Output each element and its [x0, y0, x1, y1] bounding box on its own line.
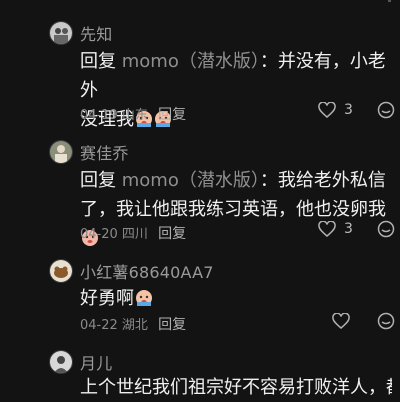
comment-bubble-icon	[377, 312, 395, 330]
like-button[interactable]	[332, 313, 350, 329]
reply-target-user[interactable]: momo（潜水版）	[122, 170, 260, 191]
comment-text-line1: 好勇啊	[80, 288, 134, 309]
like-button[interactable]: 3	[318, 102, 353, 118]
reply-button[interactable]: 回复	[158, 226, 186, 242]
reply-prefix: 回复	[80, 170, 116, 191]
comment-text: 好勇啊	[80, 284, 392, 313]
comment-location: 湖北	[121, 318, 148, 333]
username[interactable]: 先知	[80, 21, 112, 45]
comment-bubble-icon	[377, 220, 395, 238]
comment-location: 山东	[121, 108, 148, 123]
comment-button[interactable]	[377, 220, 395, 238]
avatar[interactable]	[49, 350, 73, 374]
reply-button[interactable]: 回复	[158, 107, 186, 123]
username[interactable]: 赛佳乔	[80, 140, 129, 164]
comment-meta: 04-19 山东 回复	[80, 104, 186, 124]
comment-bubble-icon	[377, 101, 395, 119]
reply-button[interactable]: 回复	[158, 317, 186, 333]
comment-text-line1: 上个世纪我们祖宗好不容易打败洋人，都	[80, 377, 392, 398]
like-count: 3	[344, 221, 353, 237]
comment-text-line1: ：我给老外私信	[259, 170, 386, 191]
heart-outline-icon	[332, 313, 350, 329]
comment-date: 04-22	[80, 318, 118, 333]
heart-outline-icon	[318, 102, 336, 118]
crying-emoji-icon	[136, 290, 152, 306]
comment-button[interactable]	[377, 312, 395, 330]
heart-outline-icon	[318, 221, 336, 237]
comment-text: 上个世纪我们祖宗好不容易打败洋人，都	[80, 373, 392, 402]
comment-text-line2: 了，我让他跟我练习英语，他也没卵我	[80, 199, 386, 220]
username[interactable]: 月儿	[80, 350, 112, 374]
comment-meta: 04-20 四川 回复	[80, 223, 186, 243]
avatar[interactable]	[49, 140, 73, 164]
like-count: 3	[344, 102, 353, 118]
comment-location: 四川	[121, 227, 148, 242]
comment-date: 04-19	[80, 108, 118, 123]
avatar[interactable]	[49, 21, 73, 45]
comment-button[interactable]	[377, 101, 395, 119]
scroll-indicator	[388, 0, 391, 2]
comment-date: 04-20	[80, 227, 118, 242]
username[interactable]: 小红薯68640AA7	[80, 259, 214, 283]
like-button[interactable]: 3	[318, 221, 353, 237]
comment-meta: 04-22 湖北 回复	[80, 314, 186, 334]
reply-target-user[interactable]: momo（潜水版）	[122, 51, 260, 72]
avatar[interactable]	[49, 259, 73, 283]
reply-prefix: 回复	[80, 51, 116, 72]
